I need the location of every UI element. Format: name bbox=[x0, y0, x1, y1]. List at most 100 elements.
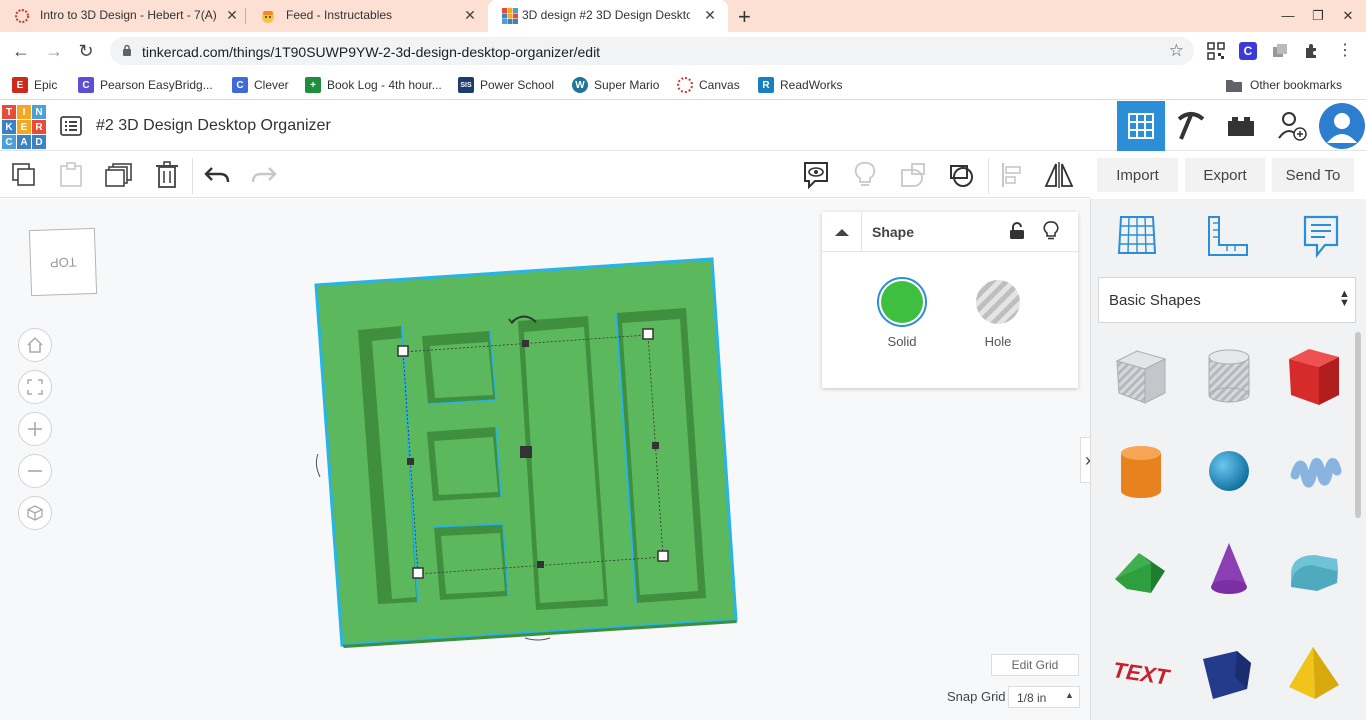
bookmark-readworks[interactable]: R ReadWorks bbox=[758, 76, 842, 94]
bookmark-super-mario[interactable]: W Super Mario bbox=[572, 76, 659, 94]
rotate-handle-icon[interactable] bbox=[315, 453, 321, 478]
group-button[interactable] bbox=[898, 159, 930, 191]
browser-menu-icon[interactable]: ⋮ bbox=[1337, 40, 1353, 60]
3d-view-button[interactable] bbox=[1117, 101, 1165, 151]
minimize-icon[interactable]: — bbox=[1280, 8, 1296, 23]
round-roof-shape[interactable] bbox=[1285, 541, 1345, 601]
scribble-shape[interactable] bbox=[1285, 441, 1345, 501]
extension-copy-icon[interactable] bbox=[1271, 42, 1289, 60]
text-shape[interactable]: TEXT bbox=[1111, 643, 1171, 703]
copy-button[interactable] bbox=[8, 159, 40, 191]
ruler-tool-icon[interactable] bbox=[1205, 215, 1249, 259]
qr-code-icon[interactable] bbox=[1207, 42, 1225, 60]
zoom-in-button[interactable] bbox=[18, 412, 52, 446]
workplane-tool-icon[interactable] bbox=[1115, 213, 1159, 257]
box-hole-shape[interactable] bbox=[1111, 345, 1171, 405]
resize-handle[interactable] bbox=[412, 567, 424, 579]
user-avatar[interactable] bbox=[1318, 101, 1366, 151]
bookmark-star-icon[interactable]: ☆ bbox=[1169, 41, 1184, 61]
design-title[interactable]: #2 3D Design Desktop Organizer bbox=[96, 117, 331, 135]
minecraft-view-button[interactable] bbox=[1167, 101, 1215, 151]
undo-button[interactable] bbox=[201, 159, 233, 191]
roof-shape[interactable] bbox=[1111, 541, 1171, 601]
notes-tool-icon[interactable] bbox=[1301, 213, 1341, 259]
bricks-view-button[interactable] bbox=[1217, 101, 1265, 151]
other-bookmarks[interactable]: Other bookmarks bbox=[1226, 76, 1342, 94]
solid-color-button[interactable] bbox=[877, 277, 927, 327]
cylinder-hole-shape[interactable] bbox=[1199, 345, 1259, 405]
duplicate-button[interactable] bbox=[103, 159, 135, 191]
ungroup-button[interactable] bbox=[947, 159, 979, 191]
home-view-button[interactable] bbox=[18, 328, 52, 362]
shape-library-select[interactable]: Basic Shapes ▲ ▼ bbox=[1098, 277, 1356, 323]
side-handle[interactable] bbox=[537, 561, 544, 568]
address-bar[interactable]: tinkercad.com/things/1T90SUWP9YW-2-3d-de… bbox=[110, 37, 1194, 65]
pyramid-shape[interactable] bbox=[1285, 643, 1345, 703]
resize-handle[interactable] bbox=[657, 550, 669, 562]
redo-button[interactable] bbox=[248, 159, 280, 191]
cylinder-shape[interactable] bbox=[1111, 441, 1171, 501]
box-shape[interactable] bbox=[1285, 345, 1345, 405]
mirror-button[interactable] bbox=[1043, 159, 1075, 191]
unlock-icon[interactable] bbox=[1009, 222, 1025, 240]
snap-grid-select[interactable]: 1/8 in ▲ bbox=[1008, 686, 1080, 708]
perspective-button[interactable] bbox=[18, 496, 52, 530]
browser-toolbar: ← → ↻ tinkercad.com/things/1T90SUWP9YW-2… bbox=[0, 32, 1366, 70]
browser-tab-intro[interactable]: Intro to 3D Design - Hebert - 7(A) ✕ bbox=[0, 0, 244, 32]
notes-button[interactable] bbox=[800, 159, 832, 191]
paste-button[interactable] bbox=[55, 159, 87, 191]
desktop-organizer-model[interactable] bbox=[300, 249, 760, 659]
polygon-shape[interactable] bbox=[1199, 643, 1259, 703]
rotate-handle-icon[interactable] bbox=[524, 637, 551, 641]
speech-eye-icon bbox=[804, 162, 828, 189]
resize-handle[interactable] bbox=[397, 345, 409, 357]
zoom-out-button[interactable] bbox=[18, 454, 52, 488]
restore-icon[interactable]: ❐ bbox=[1310, 8, 1326, 24]
cone-shape[interactable] bbox=[1199, 539, 1259, 599]
hole-button[interactable] bbox=[976, 280, 1020, 324]
collapse-inspector-button[interactable] bbox=[822, 212, 862, 252]
bookmark-pearson[interactable]: C Pearson EasyBridg... bbox=[78, 76, 213, 94]
browser-tab-tinkercad[interactable]: 3D design #2 3D Design Desktop ✕ bbox=[488, 0, 728, 32]
hole-label: Hole bbox=[984, 334, 1012, 349]
resize-handle[interactable] bbox=[642, 328, 654, 340]
bookmark-canvas[interactable]: Canvas bbox=[677, 76, 740, 94]
side-handle[interactable] bbox=[652, 442, 659, 449]
show-all-button[interactable] bbox=[849, 159, 881, 191]
browser-tab-instructables[interactable]: Feed - Instructables ✕ bbox=[246, 0, 490, 32]
bookmark-epic[interactable]: E Epic bbox=[12, 76, 57, 94]
browser-tab-strip: Intro to 3D Design - Hebert - 7(A) ✕ Fee… bbox=[0, 0, 1366, 32]
sphere-shape[interactable] bbox=[1199, 441, 1259, 501]
export-button[interactable]: Export bbox=[1185, 158, 1265, 192]
mirror-icon bbox=[1044, 162, 1074, 188]
new-tab-button[interactable]: + bbox=[738, 4, 751, 30]
design-list-icon[interactable] bbox=[60, 116, 82, 136]
tab-close-icon[interactable]: ✕ bbox=[702, 7, 718, 24]
lightbulb-icon[interactable] bbox=[1043, 221, 1059, 241]
back-icon[interactable]: ← bbox=[10, 40, 32, 62]
add-user-button[interactable] bbox=[1268, 101, 1316, 151]
side-handle[interactable] bbox=[407, 458, 414, 465]
tinkercad-logo[interactable]: T I N K E R C A D bbox=[2, 105, 46, 149]
library-scrollbar[interactable] bbox=[1355, 332, 1361, 518]
edit-grid-button[interactable]: Edit Grid bbox=[991, 654, 1079, 676]
bookmark-power-school[interactable]: SIS Power School bbox=[458, 76, 554, 94]
fit-view-button[interactable] bbox=[18, 370, 52, 404]
bookmark-clever[interactable]: C Clever bbox=[232, 76, 289, 94]
clever-extension-icon[interactable]: C bbox=[1239, 42, 1257, 60]
send-to-button[interactable]: Send To bbox=[1272, 158, 1354, 192]
edit-toolbar bbox=[0, 152, 1090, 198]
center-handle[interactable] bbox=[520, 446, 532, 458]
close-window-icon[interactable]: ✕ bbox=[1340, 8, 1356, 24]
tab-close-icon[interactable]: ✕ bbox=[224, 7, 240, 24]
forward-icon[interactable]: → bbox=[43, 40, 65, 62]
align-button[interactable] bbox=[996, 159, 1028, 191]
extensions-puzzle-icon[interactable] bbox=[1303, 42, 1321, 60]
side-handle[interactable] bbox=[522, 340, 529, 347]
import-button[interactable]: Import bbox=[1097, 158, 1178, 192]
delete-button[interactable] bbox=[151, 159, 183, 191]
bookmark-book-log[interactable]: + Book Log - 4th hour... bbox=[305, 76, 442, 94]
reload-icon[interactable]: ↻ bbox=[75, 40, 97, 62]
tab-close-icon[interactable]: ✕ bbox=[462, 7, 478, 24]
view-cube[interactable]: TOP bbox=[28, 227, 98, 297]
